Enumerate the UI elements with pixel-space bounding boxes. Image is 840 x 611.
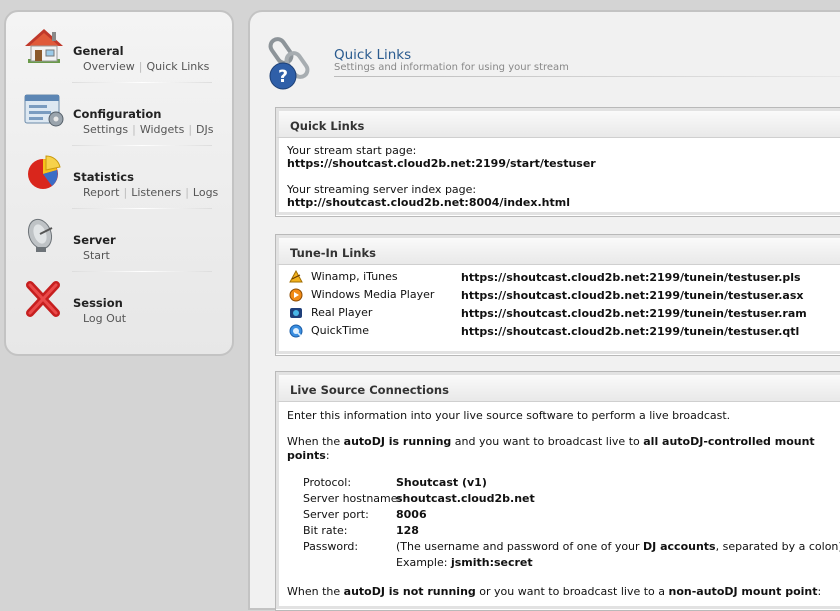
tune-in-url[interactable]: https://shoutcast.cloud2b.net:2199/tunei…	[461, 307, 807, 320]
link-separator: |	[138, 60, 143, 73]
chain-link-help-icon: ?	[268, 37, 310, 90]
nav-title-server[interactable]: Server	[73, 233, 116, 247]
tune-in-heading: Tune-In Links	[276, 235, 840, 265]
winamp-icon	[289, 270, 303, 283]
page-subtitle: Settings and information for using your …	[334, 62, 569, 73]
bitrate-label: Bit rate:	[303, 524, 348, 537]
quicktime-icon	[289, 324, 303, 338]
port-label: Server port:	[303, 508, 369, 521]
autodj-not-running-text: When the autoDJ is not running or you wa…	[287, 585, 822, 598]
nav-link-listeners[interactable]: Listeners	[131, 186, 181, 199]
nav-link-log-out[interactable]: Log Out	[83, 312, 126, 325]
player-name: Real Player	[311, 306, 373, 319]
live-source-panel: Live Source Connections Enter this infor…	[275, 371, 840, 611]
link-separator: |	[123, 186, 128, 199]
hostname-label: Server hostname:	[303, 492, 402, 505]
tune-in-url[interactable]: https://shoutcast.cloud2b.net:2199/tunei…	[461, 289, 803, 302]
quick-links-heading: Quick Links	[276, 108, 840, 138]
link-separator: |	[188, 123, 193, 136]
nav-title-session[interactable]: Session	[73, 296, 123, 310]
nav-link-report[interactable]: Report	[83, 186, 119, 199]
link-separator: |	[185, 186, 189, 199]
tune-in-row: Real Player https://shoutcast.cloud2b.ne…	[287, 305, 840, 323]
protocol-label: Protocol:	[303, 476, 352, 489]
tune-in-row: Windows Media Player https://shoutcast.c…	[287, 287, 840, 305]
stream-start-url[interactable]: https://shoutcast.cloud2b.net:2199/start…	[287, 157, 840, 170]
svg-text:?: ?	[278, 67, 288, 87]
quick-links-panel: Quick Links Your stream start page: http…	[275, 107, 840, 217]
hostname-value: shoutcast.cloud2b.net	[396, 492, 535, 505]
page-title: Quick Links	[334, 47, 412, 63]
nav-link-quick-links[interactable]: Quick Links	[147, 60, 210, 73]
server-index-label: Your streaming server index page:	[287, 183, 477, 196]
nav-title-statistics[interactable]: Statistics	[73, 170, 134, 184]
live-source-heading: Live Source Connections	[276, 372, 840, 402]
header-divider	[334, 76, 840, 77]
pie-chart-icon	[28, 155, 61, 189]
nav-link-start[interactable]: Start	[83, 249, 110, 262]
wmp-icon	[289, 288, 303, 302]
nav-group-server: Server Start	[6, 209, 232, 267]
nav-link-logs[interactable]: Logs	[193, 186, 218, 199]
player-name: Winamp, iTunes	[311, 270, 398, 283]
password-note: (The username and password of one of you…	[396, 540, 840, 553]
password-label: Password:	[303, 540, 359, 553]
sidebar: General Overview | Quick Links Configurati…	[4, 10, 234, 356]
nav-title-general[interactable]: General	[73, 44, 124, 58]
tune-in-row: Winamp, iTunes https://shoutcast.cloud2b…	[287, 269, 840, 287]
tune-in-panel: Tune-In Links Winamp, iTunes https://sho…	[275, 234, 840, 356]
port-value: 8006	[396, 508, 427, 521]
player-name: QuickTime	[311, 324, 370, 337]
nav-group-session: Session Log Out	[6, 272, 232, 330]
nav-link-settings[interactable]: Settings	[83, 123, 128, 136]
nav-link-djs[interactable]: DJs	[196, 123, 213, 136]
tune-in-url[interactable]: https://shoutcast.cloud2b.net:2199/tunei…	[461, 325, 799, 338]
autodj-running-text: When the autoDJ is running and you want …	[287, 435, 815, 462]
close-x-icon	[26, 281, 60, 317]
nav-link-widgets[interactable]: Widgets	[140, 123, 184, 136]
configuration-icon	[24, 94, 64, 127]
home-icon	[25, 29, 63, 63]
tune-in-row: QuickTime https://shoutcast.cloud2b.net:…	[287, 323, 840, 341]
password-example: Example: jsmith:secret	[396, 556, 533, 569]
nav-group-configuration: Configuration Settings | Widgets | DJs	[6, 83, 232, 141]
protocol-value: Shoutcast (v1)	[396, 476, 487, 489]
nav-title-configuration[interactable]: Configuration	[73, 107, 161, 121]
server-index-url[interactable]: http://shoutcast.cloud2b.net:8004/index.…	[287, 196, 840, 209]
player-name: Windows Media Player	[311, 288, 435, 301]
tune-in-url[interactable]: https://shoutcast.cloud2b.net:2199/tunei…	[461, 271, 801, 284]
nav-group-general: General Overview | Quick Links	[6, 20, 232, 78]
link-separator: |	[132, 123, 136, 136]
realplayer-icon	[290, 308, 302, 318]
nav-link-overview[interactable]: Overview	[83, 60, 135, 73]
connection-details: Protocol: Shoutcast (v1) Server hostname:…	[295, 475, 840, 571]
nav-group-statistics: Statistics Report | Listeners | Logs	[6, 146, 232, 204]
satellite-dish-icon	[27, 218, 53, 252]
main-content: ? Quick Links Settings and information f…	[248, 10, 840, 611]
live-intro: Enter this information into your live so…	[287, 409, 731, 422]
stream-start-label: Your stream start page:	[287, 144, 417, 157]
bitrate-value: 128	[396, 524, 419, 537]
